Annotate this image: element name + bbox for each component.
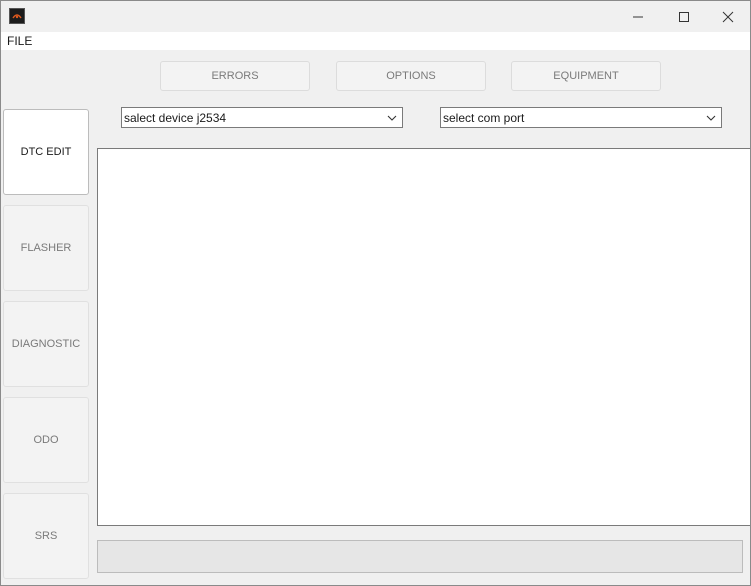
close-button[interactable]	[705, 1, 750, 32]
minimize-icon	[633, 16, 643, 17]
com-port-select-value: select com port	[443, 111, 525, 125]
com-port-select[interactable]: select com port	[440, 107, 722, 128]
device-select-value: salect device j2534	[124, 111, 227, 125]
app-icon	[9, 8, 25, 24]
sidebar-item-dtc-edit[interactable]: DTC EDIT	[3, 109, 89, 195]
maximize-button[interactable]	[661, 1, 707, 32]
app-window: FILE ERRORS OPTIONS EQUIPMENT DTC EDIT F…	[0, 0, 751, 586]
sidebar-item-srs[interactable]: SRS	[3, 493, 89, 579]
minimize-button[interactable]	[615, 1, 661, 32]
chevron-down-icon	[706, 114, 716, 122]
output-text-area[interactable]	[97, 148, 750, 526]
sidebar-item-flasher[interactable]: FLASHER	[3, 205, 89, 291]
title-bar[interactable]	[1, 1, 750, 32]
menu-file[interactable]: FILE	[7, 34, 32, 48]
sidebar-item-diagnostic[interactable]: DIAGNOSTIC	[3, 301, 89, 387]
sidebar-item-odo[interactable]: ODO	[3, 397, 89, 483]
chevron-down-icon	[387, 114, 397, 122]
progress-bar	[97, 540, 743, 573]
errors-button[interactable]: ERRORS	[160, 61, 310, 91]
maximize-icon	[679, 11, 689, 22]
menu-bar: FILE	[1, 32, 750, 50]
options-button[interactable]: OPTIONS	[336, 61, 486, 91]
equipment-button[interactable]: EQUIPMENT	[511, 61, 661, 91]
device-select[interactable]: salect device j2534	[121, 107, 403, 128]
close-icon	[722, 11, 734, 22]
